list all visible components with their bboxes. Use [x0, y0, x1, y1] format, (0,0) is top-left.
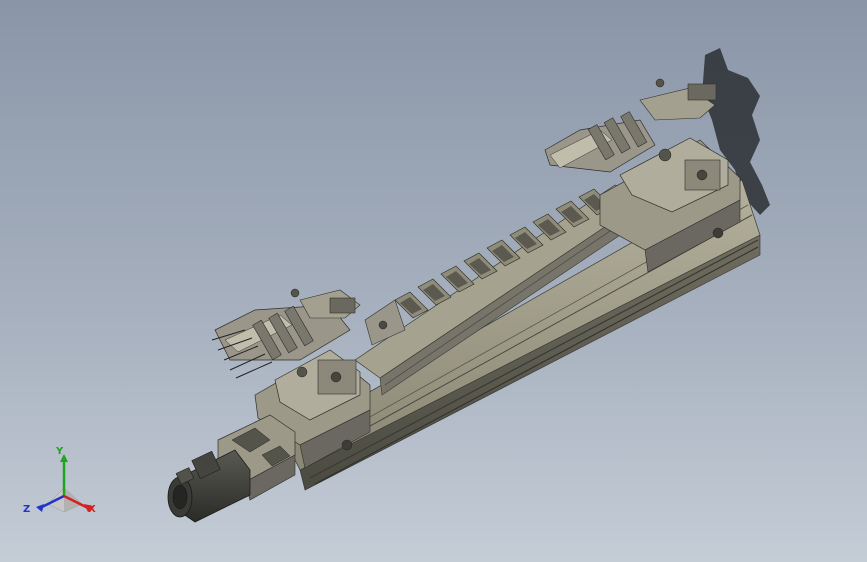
linear-module-model[interactable] [0, 0, 867, 562]
x-axis-label: X [88, 504, 96, 515]
z-axis-label: Z [23, 504, 31, 515]
servo-motor[interactable] [167, 414, 296, 523]
axis-triad-icon [36, 454, 93, 513]
y-axis-label: Y [56, 446, 64, 457]
cad-viewport[interactable]: Y X Z [0, 0, 867, 562]
orientation-triad[interactable]: Y X Z [23, 446, 106, 528]
